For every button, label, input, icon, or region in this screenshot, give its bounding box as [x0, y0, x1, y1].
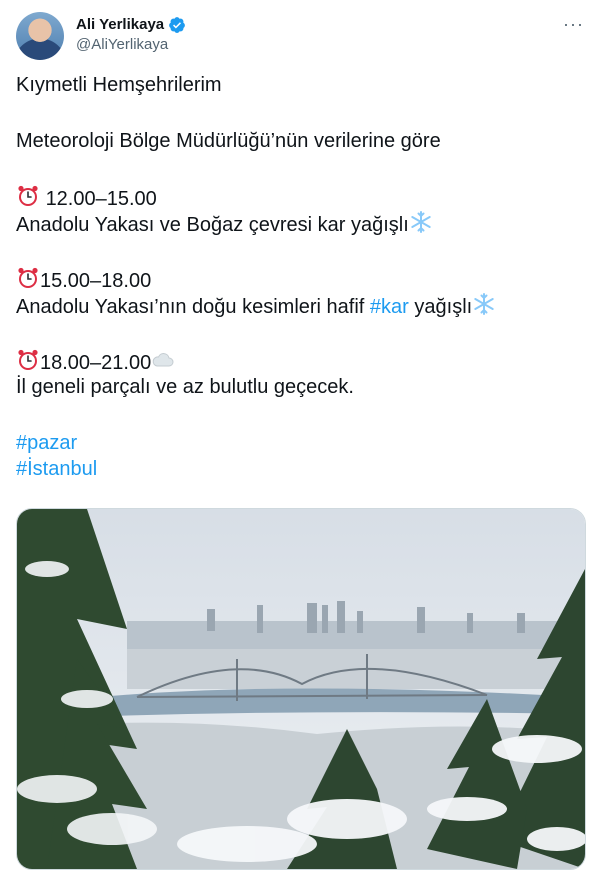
snowflake-icon: [474, 293, 494, 315]
slot2-desc-post: yağışlı: [408, 296, 473, 318]
alarm-clock-icon: [18, 185, 38, 206]
source-line: Meteoroloji Bölge Müdürlüğü’nün verileri…: [16, 130, 441, 152]
slot3-time-line: 18.00–21.00: [16, 348, 584, 374]
slot1-time-line: 12.00–15.00: [16, 184, 584, 210]
slot3-desc: İl geneli parçalı ve az bulutlu geçecek.: [16, 376, 354, 398]
author-block: Ali Yerlikaya @AliYerlikaya: [76, 15, 186, 55]
handle[interactable]: @AliYerlikaya: [76, 35, 186, 55]
hashtag-pazar-link[interactable]: #pazar: [16, 430, 584, 456]
alarm-clock-icon: [18, 349, 38, 370]
display-name[interactable]: Ali Yerlikaya: [76, 15, 164, 35]
tweet-photo[interactable]: [16, 508, 586, 870]
more-options-icon[interactable]: ···: [563, 14, 584, 35]
slot2-desc-pre: Anadolu Yakası’nın doğu kesimleri hafif: [16, 296, 370, 318]
hashtag-kar-link[interactable]: #kar: [370, 296, 409, 318]
slot3-time: 18.00–21.00: [40, 352, 152, 374]
tweet-header: Ali Yerlikaya @AliYerlikaya ···: [16, 12, 584, 60]
hashtag-istanbul-link[interactable]: #İstanbul: [16, 456, 584, 482]
display-name-row[interactable]: Ali Yerlikaya: [76, 15, 186, 35]
cloud-icon: [152, 353, 174, 367]
tweet-text: Kıymetli Hemşehrilerim Meteoroloji Bölge…: [16, 72, 584, 482]
snowflake-icon: [411, 211, 431, 233]
slot2-desc-line: Anadolu Yakası’nın doğu kesimleri hafif …: [16, 292, 584, 318]
slot1-desc-line: Anadolu Yakası ve Boğaz çevresi kar yağı…: [16, 210, 584, 236]
avatar[interactable]: [16, 12, 64, 60]
slot1-time: 12.00–15.00: [45, 188, 157, 210]
slot2-time: 15.00–18.00: [40, 270, 152, 292]
verified-badge-icon: [169, 17, 185, 33]
greeting: Kıymetli Hemşehrilerim: [16, 74, 222, 96]
slot1-desc: Anadolu Yakası ve Boğaz çevresi kar yağı…: [16, 214, 409, 236]
alarm-clock-icon: [18, 267, 38, 288]
slot2-time-line: 15.00–18.00: [16, 266, 584, 292]
snowy-istanbul-photo: [17, 509, 585, 869]
